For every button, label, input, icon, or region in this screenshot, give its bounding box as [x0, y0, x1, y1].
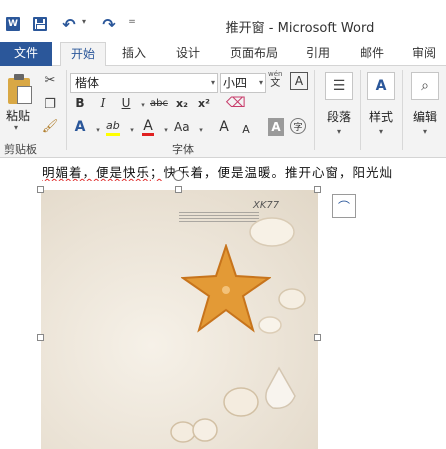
- ribbon-home: 粘贴 ▾ ✂ ❐ 🖌 剪贴板 楷体 ▾ 小四 ▾ wén 文 A B I U ▾…: [0, 66, 446, 158]
- paste-button-label[interactable]: 粘贴: [6, 107, 30, 124]
- tab-insert[interactable]: 插入: [114, 42, 154, 66]
- layout-options-icon[interactable]: ⌒: [332, 194, 356, 218]
- resize-handle[interactable]: [314, 334, 321, 341]
- group-separator: [360, 70, 361, 150]
- font-name-combo[interactable]: 楷体 ▾: [70, 73, 218, 93]
- cut-icon[interactable]: ✂: [42, 72, 58, 88]
- paragraph-icon: ☰: [325, 72, 353, 100]
- ribbon-tabs: 文件 开始 插入 设计 页面布局 引用 邮件 审阅: [0, 42, 446, 67]
- group-label-font: 字体: [172, 143, 194, 156]
- underline-dropdown-icon[interactable]: ▾: [137, 96, 149, 114]
- find-icon: ⌕: [411, 72, 439, 100]
- italic-button[interactable]: I: [97, 94, 109, 112]
- clear-formatting-icon[interactable]: ⌫: [226, 94, 246, 112]
- shell-image: [258, 316, 282, 334]
- shell-image: [278, 288, 306, 310]
- rotate-handle[interactable]: [173, 170, 184, 181]
- enclose-characters-button[interactable]: 字: [290, 118, 306, 134]
- superscript-button[interactable]: x²: [198, 94, 210, 112]
- paragraph-button[interactable]: ☰ 段落 ▾: [322, 72, 356, 136]
- document-text-segment[interactable]: 快乐着，便是温暖。推开心窗，阳光灿: [164, 165, 394, 180]
- shell-image: [170, 418, 218, 443]
- highlight-button[interactable]: ab: [106, 118, 120, 136]
- word-logo-icon: W: [6, 17, 20, 31]
- picture-watermark: XK77: [253, 200, 280, 211]
- font-color-button[interactable]: A: [142, 118, 154, 136]
- tab-mailings[interactable]: 邮件: [352, 42, 392, 66]
- chevron-down-icon[interactable]: ▾: [259, 74, 263, 92]
- character-border-button[interactable]: A: [290, 72, 308, 90]
- document-text-line[interactable]: 明媚着，便是快乐；快乐着，便是温暖。推开心窗，阳光灿: [42, 162, 446, 181]
- resize-handle[interactable]: [175, 186, 182, 193]
- subscript-button[interactable]: x₂: [176, 94, 188, 112]
- tab-page-layout[interactable]: 页面布局: [224, 42, 284, 66]
- save-icon[interactable]: [33, 17, 47, 31]
- font-color-dropdown-icon[interactable]: ▾: [160, 121, 172, 139]
- shell-image: [223, 387, 259, 417]
- phonetic-guide-char: 文: [270, 78, 281, 89]
- phonetic-guide-button[interactable]: wén 文: [268, 70, 282, 89]
- editing-label: 编辑: [412, 110, 437, 124]
- chevron-down-icon: ▾: [422, 127, 427, 136]
- group-separator: [402, 70, 403, 150]
- resize-handle[interactable]: [314, 186, 321, 193]
- font-size-combo[interactable]: 小四 ▾: [220, 73, 266, 93]
- undo-icon[interactable]: ↶: [60, 15, 78, 34]
- paragraph-label: 段落: [326, 110, 351, 124]
- styles-button[interactable]: A 样式 ▾: [364, 72, 398, 136]
- group-label-clipboard: 剪贴板: [4, 143, 37, 156]
- undo-dropdown-icon[interactable]: ▾: [80, 17, 88, 26]
- underline-button[interactable]: U: [120, 94, 132, 112]
- conch-shell-image: [265, 366, 296, 409]
- grow-font-button[interactable]: A: [218, 118, 230, 136]
- shell-image: [249, 217, 295, 247]
- paste-dropdown-icon[interactable]: ▾: [14, 123, 18, 132]
- tab-references[interactable]: 引用: [298, 42, 338, 66]
- shrink-font-button[interactable]: A: [240, 120, 252, 138]
- copy-icon[interactable]: ❐: [42, 96, 58, 112]
- group-separator: [314, 70, 315, 150]
- character-shading-button[interactable]: A: [268, 118, 284, 136]
- strikethrough-button[interactable]: abc: [150, 94, 168, 112]
- change-case-dropdown-icon[interactable]: ▾: [195, 121, 207, 139]
- text-effects-dropdown-icon[interactable]: ▾: [92, 121, 104, 139]
- group-separator: [66, 70, 67, 150]
- paste-icon[interactable]: [8, 74, 32, 104]
- change-case-button[interactable]: Aa: [174, 118, 190, 136]
- tab-file[interactable]: 文件: [0, 42, 52, 66]
- styles-icon: A: [367, 72, 395, 100]
- highlight-dropdown-icon[interactable]: ▾: [126, 121, 138, 139]
- font-name-value: 楷体: [75, 76, 100, 90]
- styles-label: 样式: [368, 110, 393, 124]
- resize-handle[interactable]: [37, 186, 44, 193]
- tab-home[interactable]: 开始: [60, 42, 106, 67]
- resize-handle[interactable]: [37, 334, 44, 341]
- chevron-down-icon: ▾: [378, 127, 383, 136]
- document-area[interactable]: 明媚着，便是快乐；快乐着，便是温暖。推开心窗，阳光灿 XK77 ⌒: [0, 158, 446, 449]
- customize-toolbar-icon[interactable]: =: [127, 17, 137, 27]
- title-bar: W ↶ ▾ ↷ = 推开窗 - Microsoft Word: [0, 0, 446, 42]
- chevron-down-icon: ▾: [336, 127, 341, 136]
- font-size-value: 小四: [223, 76, 248, 90]
- editing-button[interactable]: ⌕ 编辑 ▾: [408, 72, 442, 136]
- inserted-picture[interactable]: XK77: [41, 190, 318, 449]
- window-title: 推开窗 - Microsoft Word: [225, 21, 375, 36]
- tab-review[interactable]: 审阅: [404, 42, 444, 66]
- document-text-segment[interactable]: 明媚着，便是快乐；: [42, 165, 164, 180]
- chevron-down-icon[interactable]: ▾: [211, 74, 215, 92]
- text-effects-button[interactable]: A: [74, 118, 86, 136]
- tab-design[interactable]: 设计: [168, 42, 208, 66]
- redo-icon[interactable]: ↷: [100, 15, 118, 34]
- bold-button[interactable]: B: [74, 94, 86, 112]
- format-painter-icon[interactable]: 🖌: [42, 118, 59, 134]
